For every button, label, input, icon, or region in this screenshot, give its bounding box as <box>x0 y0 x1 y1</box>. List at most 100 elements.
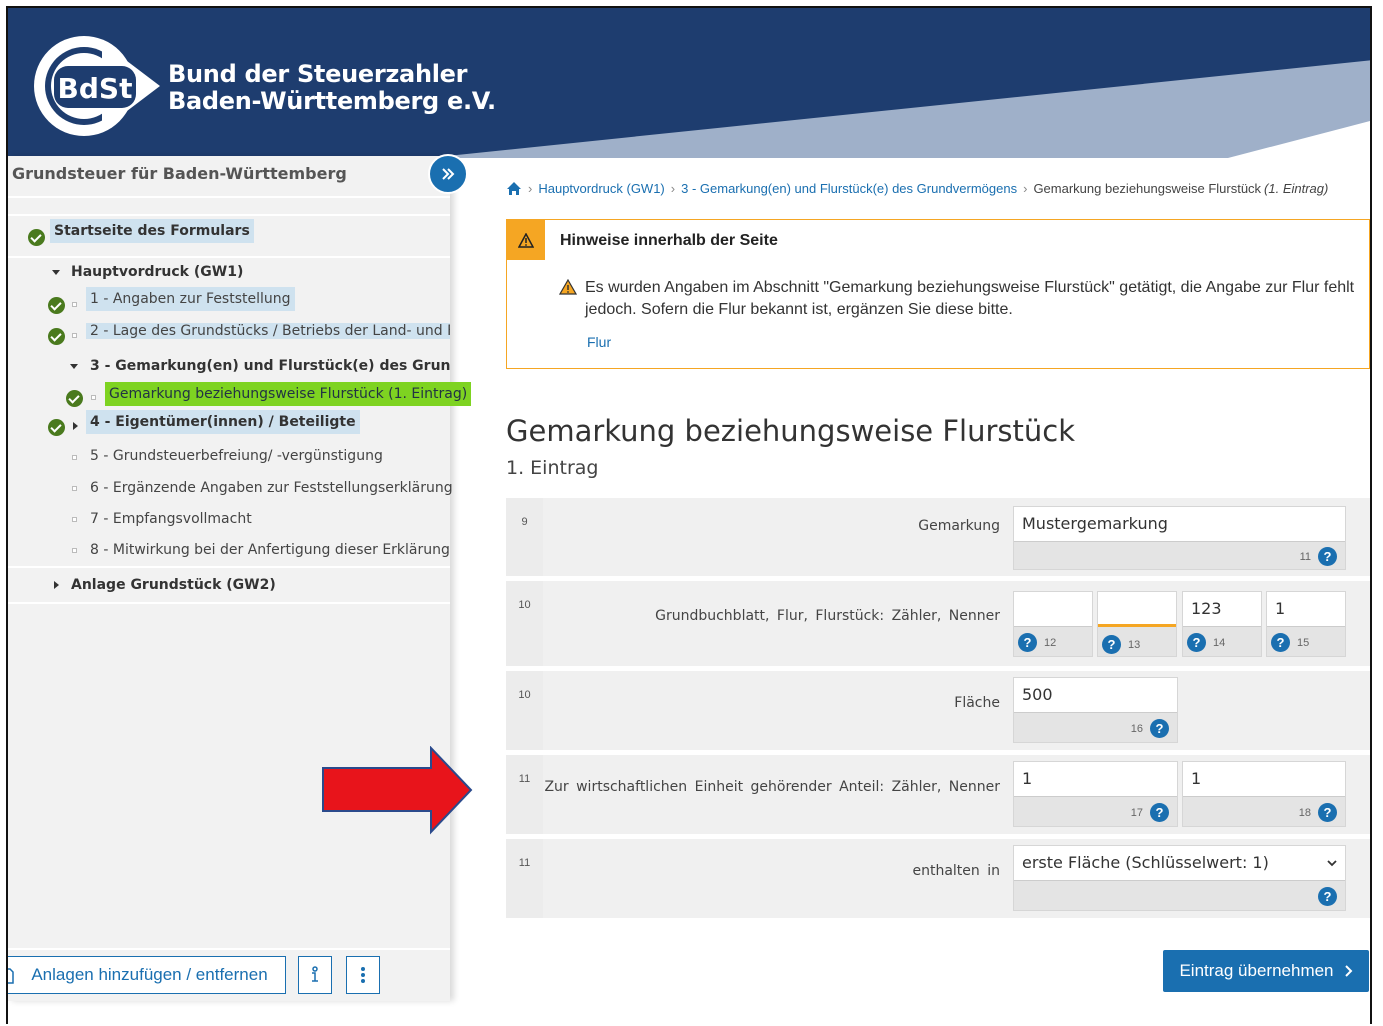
bullet-icon <box>91 395 96 400</box>
flur-input[interactable] <box>1098 592 1176 627</box>
page-subtitle: 1. Eintrag <box>506 457 599 479</box>
help-icon[interactable]: ? <box>1102 635 1121 654</box>
grundbuchblatt-input[interactable] <box>1014 592 1092 627</box>
caret-right-icon[interactable] <box>54 581 59 589</box>
help-icon[interactable]: ? <box>1150 719 1169 738</box>
field-ref: 14 <box>1213 637 1226 649</box>
help-icon[interactable]: ? <box>1318 547 1337 566</box>
check-icon <box>48 328 65 345</box>
sidebar-item-eigentuemer[interactable]: 4 - Eigentümer(innen) / Beteiligte <box>86 410 360 434</box>
enthalten-in-select[interactable]: erste Fläche (Schlüsselwert: 1) <box>1014 846 1345 881</box>
attachments-button[interactable]: Anlagen hinzufügen / entfernen <box>8 956 286 994</box>
page-notice: Hinweise innerhalb der Seite Es wurden A… <box>506 219 1370 369</box>
sidebar-item-gemarkungen[interactable]: 3 - Gemarkung(en) und Flurstück(e) des G… <box>90 358 450 374</box>
divider <box>8 256 450 258</box>
check-icon <box>66 390 83 407</box>
check-icon <box>28 229 45 246</box>
info-button[interactable] <box>298 956 332 994</box>
submit-entry-button[interactable]: Eintrag übernehmen <box>1163 950 1369 992</box>
flur-field: ? 13 <box>1097 591 1177 657</box>
sidebar-item-hauptvordruck[interactable]: Hauptvordruck (GW1) <box>71 264 243 280</box>
anteil-zaehler-input[interactable]: 1 <box>1014 762 1177 797</box>
notice-title: Hinweise innerhalb der Seite <box>560 232 778 249</box>
sidebar-toggle-button[interactable] <box>428 154 468 194</box>
field-ref: 12 <box>1044 637 1057 649</box>
bullet-icon <box>72 486 77 491</box>
row-number: 10 <box>506 581 543 666</box>
form-row: 10 Grundbuchblatt, Flur, Flurstück: Zähl… <box>506 581 1370 666</box>
help-icon[interactable]: ? <box>1187 633 1206 652</box>
help-icon[interactable]: ? <box>1318 887 1337 906</box>
field-label: Grundbuchblatt, Flur, Flurstück: Zähler,… <box>655 608 1000 624</box>
chevron-right-icon <box>1344 965 1352 977</box>
sidebar-item-lage-grundstueck[interactable]: 2 - Lage des Grundstücks / Betriebs der … <box>86 323 450 339</box>
breadcrumb-hauptvordruck[interactable]: Hauptvordruck (GW1) <box>538 181 664 196</box>
notice-message: Es wurden Angaben im Abschnitt "Gemarkun… <box>585 279 1355 318</box>
enthalten-in-field: erste Fläche (Schlüsselwert: 1) ? <box>1013 845 1346 911</box>
bullet-icon <box>72 548 77 553</box>
org-name-line1: Bund der Steuerzahler <box>168 60 468 88</box>
form-row: 11 enthalten in erste Fläche (Schlüsselw… <box>506 839 1370 918</box>
caret-down-icon[interactable] <box>70 364 78 369</box>
grundbuchblatt-field: ? 12 <box>1013 591 1093 657</box>
sidebar-item-mitwirkung[interactable]: 8 - Mitwirkung bei der Anfertigung diese… <box>90 542 450 558</box>
flurstueck-nenner-field: 1 ? 15 <box>1266 591 1346 657</box>
caret-down-icon[interactable] <box>52 270 60 275</box>
sidebar: Grundsteuer für Baden-Württemberg Starts… <box>8 156 472 1001</box>
sidebar-item-startseite[interactable]: Startseite des Formulars <box>50 219 254 243</box>
form-row: 10 Fläche 500 16 ? <box>506 671 1370 750</box>
org-name-line2: Baden-Württemberg e.V. <box>168 87 496 115</box>
sidebar-item-grundsteuerbefreiung[interactable]: 5 - Grundsteuerbefreiung/ -vergünstigung <box>90 448 383 464</box>
check-icon <box>48 419 65 436</box>
anteil-nenner-input[interactable]: 1 <box>1183 762 1345 797</box>
chevron-down-icon <box>1327 860 1337 867</box>
anteil-zaehler-field: 1 17 ? <box>1013 761 1178 827</box>
screenshot-frame: BdSt Bund der Steuerzahler Baden-Württem… <box>6 6 1372 1024</box>
breadcrumb-gemarkungen[interactable]: 3 - Gemarkung(en) und Flurstück(e) des G… <box>681 181 1017 196</box>
breadcrumb-current-suffix: (1. Eintrag) <box>1264 181 1329 196</box>
breadcrumb-current: Gemarkung beziehungsweise Flurstück <box>1033 181 1262 196</box>
flurstueck-zaehler-field: 123 ? 14 <box>1182 591 1262 657</box>
caret-right-icon[interactable] <box>73 422 78 430</box>
document-icon <box>8 968 14 984</box>
sidebar-item-gemarkung-flurstueck-active[interactable]: Gemarkung beziehungsweise Flurstück (1. … <box>105 382 472 406</box>
flurstueck-zaehler-input[interactable]: 123 <box>1183 592 1261 627</box>
flaeche-field: 500 16 ? <box>1013 677 1178 743</box>
flurstueck-nenner-input[interactable]: 1 <box>1267 592 1345 627</box>
row-number: 11 <box>506 839 543 918</box>
gemarkung-input[interactable]: Mustergemarkung <box>1014 507 1345 542</box>
warning-icon <box>558 278 578 300</box>
divider <box>8 602 450 604</box>
field-ref: 11 <box>1299 551 1311 563</box>
submit-label: Eintrag übernehmen <box>1179 961 1334 980</box>
divider <box>8 214 450 216</box>
more-vertical-icon <box>361 967 365 983</box>
more-options-button[interactable] <box>346 956 380 994</box>
flaeche-input[interactable]: 500 <box>1014 678 1177 713</box>
bullet-icon <box>72 333 77 338</box>
organization-name: Bund der Steuerzahler Baden-Württemberg … <box>168 61 496 115</box>
bdst-logo[interactable]: BdSt <box>32 34 160 138</box>
select-value: erste Fläche (Schlüsselwert: 1) <box>1022 853 1269 872</box>
home-icon[interactable] <box>506 181 522 196</box>
warning-icon <box>507 220 545 260</box>
help-icon[interactable]: ? <box>1150 803 1169 822</box>
sidebar-item-anlage-grundstueck[interactable]: Anlage Grundstück (GW2) <box>71 577 276 593</box>
field-label: Gemarkung <box>918 518 1000 534</box>
help-icon[interactable]: ? <box>1318 803 1337 822</box>
field-ref: 16 <box>1130 723 1143 735</box>
info-icon <box>312 966 318 982</box>
sidebar-item-empfangsvollmacht[interactable]: 7 - Empfangsvollmacht <box>90 511 252 527</box>
field-ref: 15 <box>1297 637 1310 649</box>
attachments-label: Anlagen hinzufügen / entfernen <box>31 965 268 984</box>
chevron-right-icon: › <box>670 181 676 196</box>
sidebar-item-angaben-feststellung[interactable]: 1 - Angaben zur Feststellung <box>86 287 295 311</box>
sidebar-item-ergaenzende-angaben[interactable]: 6 - Ergänzende Angaben zur Feststellungs… <box>90 480 453 496</box>
help-icon[interactable]: ? <box>1271 633 1290 652</box>
bullet-icon <box>72 517 77 522</box>
bullet-icon <box>72 302 77 307</box>
field-label: enthalten in <box>912 863 1000 879</box>
help-icon[interactable]: ? <box>1018 633 1037 652</box>
notice-link-flur[interactable]: Flur <box>587 334 611 350</box>
divider <box>8 566 450 568</box>
